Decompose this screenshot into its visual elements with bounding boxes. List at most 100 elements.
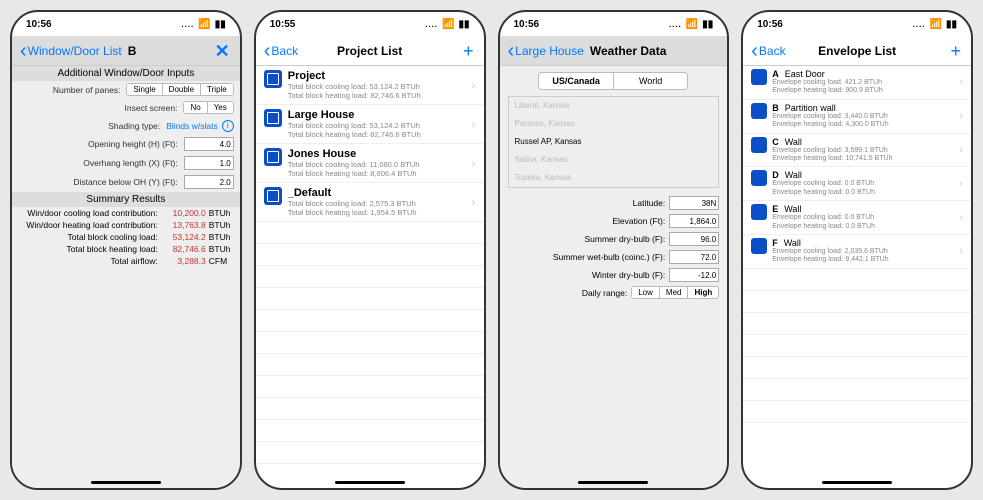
overhang-length-label: Overhang length (X) (Ft): [18,158,184,168]
chevron-right-icon: › [959,212,963,224]
signal-icon: .... [425,20,438,29]
page-title: Weather Data [590,44,666,58]
battery-icon: ▮▮ [215,19,226,30]
status-bar: 10:56 ....📶▮▮ [500,12,728,36]
home-indicator[interactable] [335,481,405,484]
chevron-right-icon: › [472,156,476,170]
weather-field: Summer dry-bulb (F): [500,230,728,248]
back-button[interactable]: Back [264,44,298,58]
envelope-icon [751,103,767,119]
region-segmented[interactable]: US/CanadaWorld [538,72,688,90]
chevron-right-icon: › [472,117,476,131]
project-icon [264,109,282,127]
nav-bar: Back Project List + [256,36,484,66]
wifi-icon: 📶 [442,19,454,30]
summary-row: Total airflow:3,288.3CFM [12,255,240,267]
panes-segmented[interactable]: SingleDoubleTriple [126,83,233,96]
clock: 10:56 [757,19,783,30]
picker-row[interactable]: Liberal, Kansas [509,97,719,115]
summary-row: Win/door cooling load contribution:10,20… [12,207,240,219]
home-indicator[interactable] [822,481,892,484]
summary-row: Win/door heating load contribution:13,76… [12,219,240,231]
screen-segmented[interactable]: NoYes [183,101,233,114]
signal-icon: .... [181,20,194,29]
envelope-icon [751,69,767,85]
nav-bar: Large House Weather Data [500,36,728,66]
section-header: Additional Window/Door Inputs [12,66,240,81]
envelope-icon [751,137,767,153]
weather-field: Latitude: [500,194,728,212]
chevron-right-icon: › [472,195,476,209]
chevron-right-icon: › [472,78,476,92]
picker-row[interactable]: Salina, Kansas [509,151,719,169]
weather-field: Summer wet-bulb (coinc.) (F): [500,248,728,266]
envelope-item[interactable]: BPartition wallEnvelope cooling load: 3,… [743,100,971,134]
distance-below-input[interactable] [184,175,234,189]
back-button[interactable]: Back [751,44,785,58]
nav-bar: Window/Door List B ✕ [12,36,240,66]
back-button[interactable]: Large House [508,44,584,58]
phone-project-list: 10:55 .... 📶 ▮▮ Back Project List + Projec… [254,10,486,490]
picker-row[interactable]: Russel AP, Kansas [509,133,719,151]
overhang-length-input[interactable] [184,156,234,170]
shade-value[interactable]: Blinds w/slats [166,121,218,131]
clock: 10:56 [514,19,540,30]
envelope-item[interactable]: CWallEnvelope cooling load: 3,599.1 BTUh… [743,134,971,168]
wifi-icon: 📶 [930,19,942,30]
envelope-item[interactable]: DWallEnvelope cooling load: 0.0 BTUhEnve… [743,167,971,201]
battery-icon: ▮▮ [946,19,957,30]
battery-icon: ▮▮ [458,19,469,30]
page-title: B [128,44,137,58]
project-item[interactable]: _DefaultTotal block cooling load: 2,575.… [256,183,484,222]
battery-icon: ▮▮ [702,19,713,30]
home-indicator[interactable] [91,481,161,484]
project-icon [264,70,282,88]
envelope-icon [751,170,767,186]
daily-range-segmented[interactable]: LowMedHigh [631,286,719,299]
envelope-item[interactable]: EWallEnvelope cooling load: 0.0 BTUhEnve… [743,201,971,235]
shade-label: Shading type: [18,121,166,131]
envelope-item[interactable]: AEast DoorEnvelope cooling load: 421.2 B… [743,66,971,100]
nav-bar: Back Envelope List + [743,36,971,66]
chevron-right-icon: › [959,178,963,190]
clock: 10:55 [270,19,296,30]
location-picker[interactable]: Liberal, KansasParsons, KansasRussel AP,… [508,96,720,188]
summary-row: Total block heating load:82,746.6BTUh [12,243,240,255]
wifi-icon: 📶 [198,19,210,30]
phone-weather-data: 10:56 ....📶▮▮ Large House Weather Data U… [498,10,730,490]
weather-input[interactable] [669,232,719,246]
chevron-right-icon: › [959,245,963,257]
chevron-right-icon: › [959,76,963,88]
edit-icon[interactable]: ✕ [215,42,230,60]
add-button[interactable]: + [463,42,474,60]
project-item[interactable]: ProjectTotal block cooling load: 53,124.… [256,66,484,105]
distance-below-label: Distance below OH (Y) (Ft): [18,177,184,187]
weather-field: Winter dry-bulb (F): [500,266,728,284]
signal-icon: .... [913,20,926,29]
weather-field: Elevation (Ft): [500,212,728,230]
section-header: Summary Results [12,192,240,207]
panes-label: Number of panes: [18,85,126,95]
weather-input[interactable] [669,250,719,264]
project-item[interactable]: Large HouseTotal block cooling load: 53,… [256,105,484,144]
daily-range-label: Daily range: [582,288,627,298]
weather-input[interactable] [669,214,719,228]
weather-input[interactable] [669,196,719,210]
picker-row[interactable]: Topeka, Kansas [509,169,719,187]
add-button[interactable]: + [950,42,961,60]
home-indicator[interactable] [578,481,648,484]
status-bar: 10:56 .... 📶 ▮▮ [743,12,971,36]
envelope-item[interactable]: FWallEnvelope cooling load: 2,035.6 BTUh… [743,235,971,269]
clock: 10:56 [26,19,52,30]
status-bar: 10:55 .... 📶 ▮▮ [256,12,484,36]
picker-row[interactable]: Parsons, Kansas [509,115,719,133]
info-icon[interactable]: i [222,120,234,132]
envelope-icon [751,238,767,254]
project-item[interactable]: Jones HouseTotal block cooling load: 11,… [256,144,484,183]
back-button[interactable]: Window/Door List [20,44,122,58]
weather-input[interactable] [669,268,719,282]
screen-label: Insect screen: [18,103,183,113]
envelope-icon [751,204,767,220]
chevron-right-icon: › [959,144,963,156]
opening-height-input[interactable] [184,137,234,151]
